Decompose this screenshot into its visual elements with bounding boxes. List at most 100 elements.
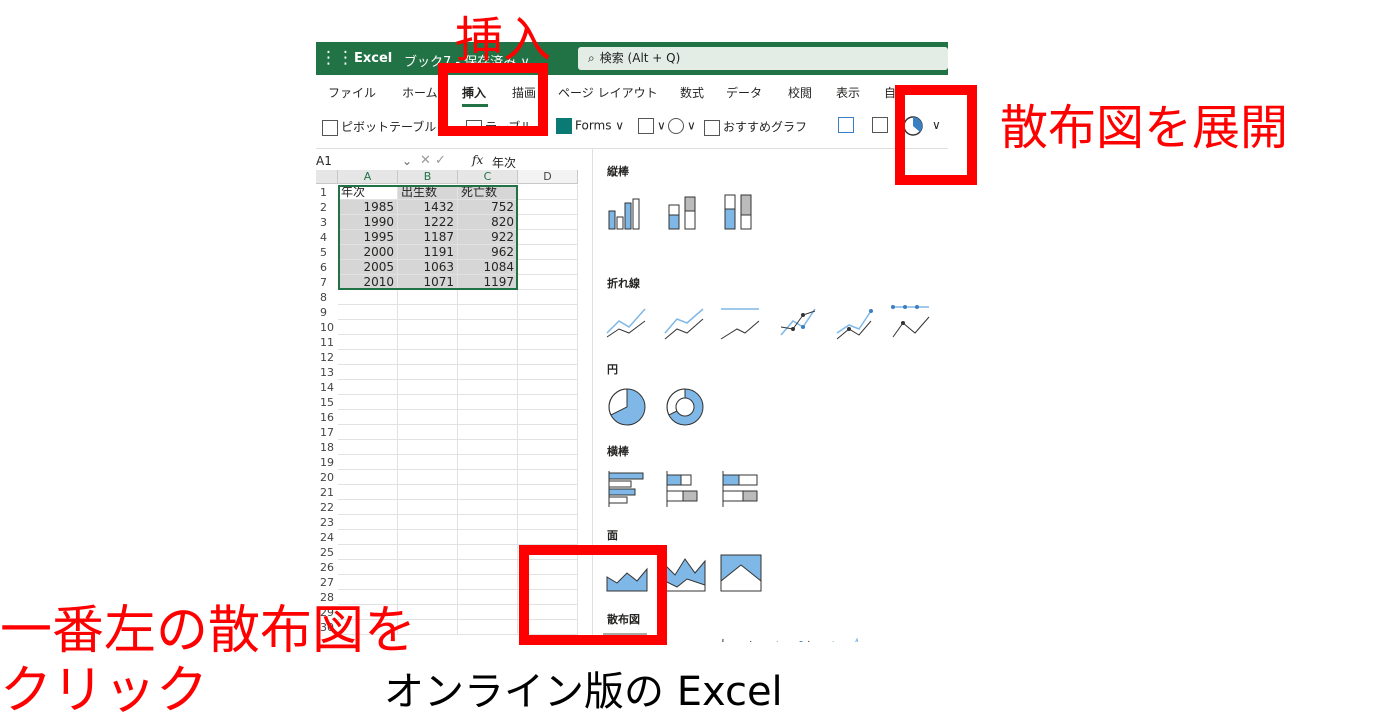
empty-cell[interactable] (338, 365, 398, 380)
empty-cell[interactable] (398, 545, 458, 560)
stacked-column-icon[interactable] (663, 189, 707, 233)
row-header[interactable]: 8 (316, 290, 338, 305)
pie-chart-option-icon[interactable] (605, 385, 649, 429)
empty-cell[interactable] (518, 470, 578, 485)
empty-cell[interactable] (398, 290, 458, 305)
cell[interactable]: 820 (458, 215, 518, 230)
cell[interactable]: 1191 (398, 245, 458, 260)
cell[interactable]: 1187 (398, 230, 458, 245)
empty-cell[interactable] (398, 560, 458, 575)
cell[interactable]: 1432 (398, 200, 458, 215)
empty-cell[interactable] (338, 350, 398, 365)
formula-input[interactable]: 年次 (492, 154, 516, 171)
empty-cell[interactable] (458, 440, 518, 455)
row-header[interactable]: 16 (316, 410, 338, 425)
empty-cell[interactable] (338, 560, 398, 575)
column-chart-button[interactable] (838, 117, 857, 133)
cell[interactable]: 1084 (458, 260, 518, 275)
chevron-down-icon[interactable]: ⌄ (402, 154, 412, 168)
empty-cell[interactable] (518, 350, 578, 365)
empty-cell[interactable] (338, 320, 398, 335)
empty-cell[interactable] (398, 395, 458, 410)
row-header[interactable]: 15 (316, 395, 338, 410)
row-header[interactable]: 19 (316, 455, 338, 470)
row-header[interactable]: 20 (316, 470, 338, 485)
scatter-smooth-lines-icon[interactable] (715, 633, 759, 642)
clustered-column-icon[interactable] (605, 189, 649, 233)
empty-cell[interactable] (398, 515, 458, 530)
name-box[interactable]: A1 (316, 154, 332, 168)
column-header-d[interactable]: D (518, 170, 578, 184)
empty-cell[interactable] (338, 470, 398, 485)
cell[interactable]: 1222 (398, 215, 458, 230)
column-header-a[interactable]: A (338, 170, 398, 184)
empty-cell[interactable] (398, 440, 458, 455)
cell[interactable]: 1990 (338, 215, 398, 230)
row-header[interactable]: 21 (316, 485, 338, 500)
cell[interactable]: 1985 (338, 200, 398, 215)
empty-cell[interactable] (398, 485, 458, 500)
empty-cell[interactable] (518, 485, 578, 500)
select-all-corner[interactable] (316, 170, 338, 184)
cell[interactable]: 出生数 (398, 185, 458, 200)
recommended-charts-button[interactable]: おすすめグラフ (704, 118, 807, 136)
empty-cell[interactable] (518, 515, 578, 530)
cell[interactable]: 1063 (398, 260, 458, 275)
empty-cell[interactable] (398, 530, 458, 545)
row-header[interactable]: 10 (316, 320, 338, 335)
empty-cell[interactable] (398, 320, 458, 335)
empty-cell[interactable] (398, 335, 458, 350)
percent-stacked-bar-icon[interactable] (719, 467, 763, 511)
line-markers-3-icon[interactable] (889, 299, 933, 343)
row-header[interactable]: 5 (316, 245, 338, 260)
forms-button[interactable]: Forms ∨ (556, 118, 624, 134)
empty-cell[interactable] (518, 290, 578, 305)
empty-cell[interactable] (458, 545, 518, 560)
empty-cell[interactable] (398, 305, 458, 320)
clustered-bar-icon[interactable] (605, 467, 649, 511)
cell[interactable]: 1197 (458, 275, 518, 290)
row-header[interactable]: 7 (316, 275, 338, 290)
shapes-button[interactable]: ∨ (668, 118, 696, 134)
cell[interactable]: 962 (458, 245, 518, 260)
empty-cell[interactable] (398, 425, 458, 440)
pivot-table-button[interactable]: ピボットテーブル ∨ (322, 118, 449, 136)
row-header[interactable]: 4 (316, 230, 338, 245)
app-launcher-icon[interactable]: ⋮⋮ (320, 48, 354, 68)
line-markers-2-icon[interactable] (833, 299, 877, 343)
empty-cell[interactable] (518, 395, 578, 410)
empty-cell[interactable] (398, 470, 458, 485)
empty-cell[interactable] (518, 500, 578, 515)
tab-formulas[interactable]: 数式 (680, 84, 704, 101)
empty-cell[interactable] (518, 365, 578, 380)
empty-cell[interactable] (338, 500, 398, 515)
empty-cell[interactable] (518, 455, 578, 470)
cell[interactable]: 752 (458, 200, 518, 215)
empty-cell[interactable] (458, 575, 518, 590)
empty-cell[interactable] (458, 380, 518, 395)
row-header[interactable]: 26 (316, 560, 338, 575)
empty-cell[interactable] (458, 530, 518, 545)
row-header[interactable]: 3 (316, 215, 338, 230)
empty-cell[interactable] (398, 350, 458, 365)
empty-cell[interactable] (458, 485, 518, 500)
empty-cell[interactable] (338, 530, 398, 545)
row-header[interactable]: 22 (316, 500, 338, 515)
stacked-area-icon[interactable] (663, 551, 707, 595)
empty-cell[interactable] (338, 290, 398, 305)
cell[interactable]: 1071 (398, 275, 458, 290)
line-markers-1-icon[interactable] (777, 299, 821, 343)
tab-view[interactable]: 表示 (836, 84, 860, 101)
percent-stacked-column-icon[interactable] (719, 189, 763, 233)
line-chart-1-icon[interactable] (605, 299, 649, 343)
empty-cell[interactable] (518, 200, 578, 215)
row-header[interactable]: 25 (316, 545, 338, 560)
column-header-c[interactable]: C (458, 170, 518, 184)
tab-page-layout[interactable]: ページ レイアウト (558, 84, 658, 101)
empty-cell[interactable] (398, 380, 458, 395)
percent-stacked-area-icon[interactable] (719, 551, 763, 595)
tab-home[interactable]: ホーム (402, 84, 438, 101)
empty-cell[interactable] (458, 605, 518, 620)
row-header[interactable]: 2 (316, 200, 338, 215)
row-header[interactable]: 6 (316, 260, 338, 275)
